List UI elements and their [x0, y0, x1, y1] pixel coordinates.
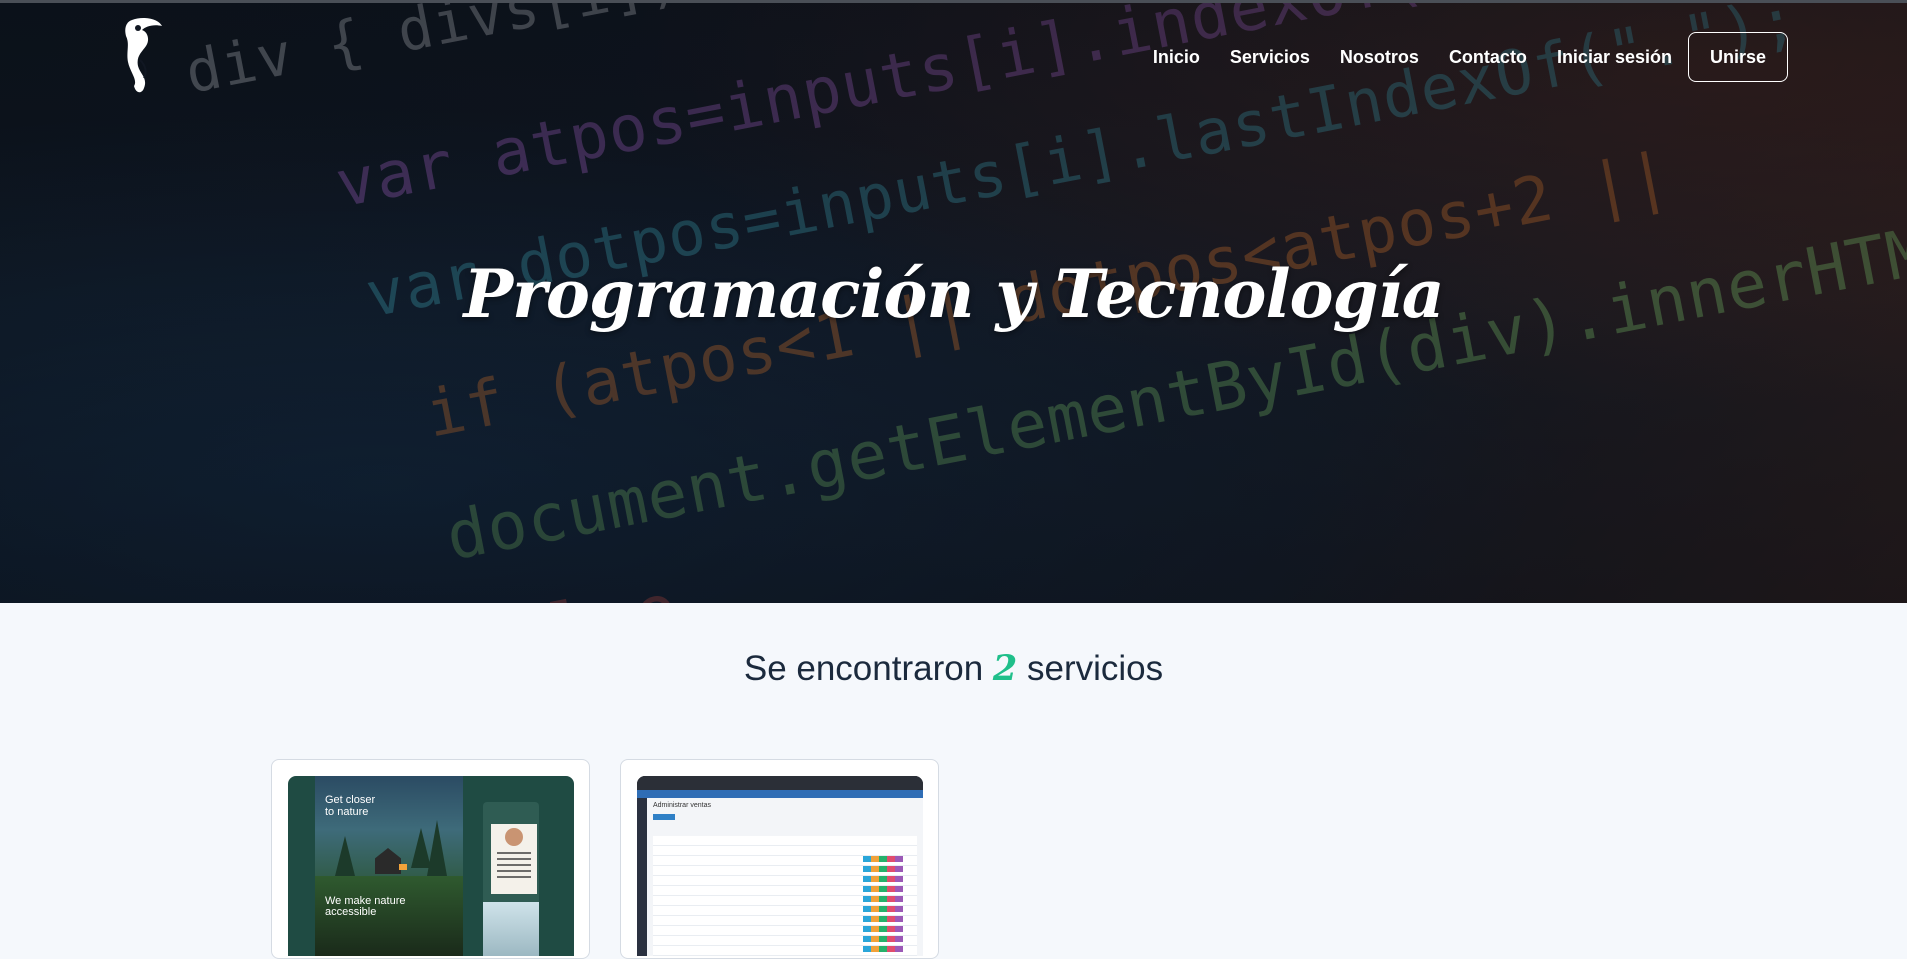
results-heading: Se encontraron 2 servicios: [0, 648, 1907, 689]
thumb-browser-chrome: [637, 776, 923, 790]
nav-servicios[interactable]: Servicios: [1230, 47, 1310, 68]
service-card[interactable]: Get closer to nature We make nature acce…: [271, 759, 590, 959]
thumb-admin-title: Administrar ventas: [653, 802, 711, 809]
card-thumbnail-nature-website[interactable]: Get closer to nature We make nature acce…: [288, 776, 574, 956]
top-border: [0, 0, 1907, 3]
join-button[interactable]: Unirse: [1688, 32, 1788, 82]
thumb-headline: Get closer to nature: [325, 794, 376, 818]
nav-nosotros[interactable]: Nosotros: [1340, 47, 1419, 68]
nav-contacto[interactable]: Contacto: [1449, 47, 1527, 68]
results-prefix: Se encontraron: [743, 649, 984, 688]
service-card[interactable]: Administrar ventas: [620, 759, 939, 959]
hero-banner: div { divs[i]); var atpos=inputs[i].inde…: [0, 0, 1907, 603]
thumb-avatar: [505, 828, 523, 846]
thumb-tagline: We make nature accessible: [325, 895, 406, 918]
hero-title: Programación y Tecnología: [463, 255, 1444, 333]
nav-inicio[interactable]: Inicio: [1153, 47, 1200, 68]
card-thumbnail-admin-dashboard[interactable]: Administrar ventas: [637, 776, 923, 956]
service-cards: Get closer to nature We make nature acce…: [271, 759, 969, 959]
results-suffix: servicios: [1027, 649, 1164, 688]
results-count: 2: [992, 648, 1018, 689]
nav-iniciar-sesion[interactable]: Iniciar sesión: [1557, 47, 1672, 68]
thumb-house: [375, 848, 401, 874]
thumb-hero-panel: Get closer to nature We make nature acce…: [315, 776, 463, 956]
thumb-sidebar: [637, 798, 647, 956]
toucan-logo-icon[interactable]: [118, 16, 166, 96]
main-nav: Inicio Servicios Nosotros Contacto Inici…: [1123, 32, 1788, 82]
thumb-phone-mockup: [483, 802, 539, 956]
